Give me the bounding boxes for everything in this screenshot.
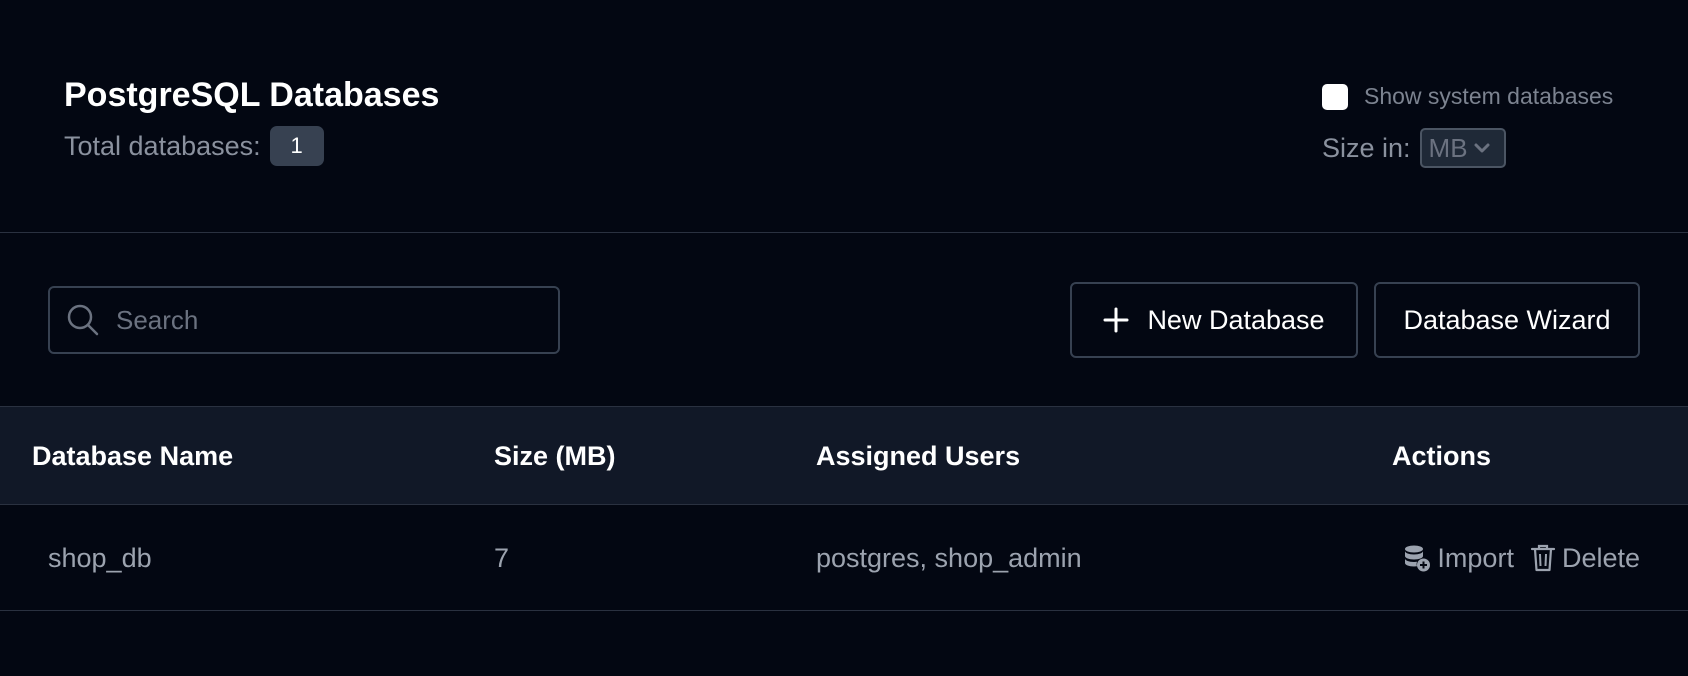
show-system-checkbox[interactable] (1322, 83, 1348, 110)
show-system-databases-toggle[interactable]: Show system databases (1322, 83, 1613, 110)
new-database-button[interactable]: New Database (1070, 282, 1358, 358)
import-button[interactable]: Import (1403, 543, 1514, 574)
row-actions: Import Delete (1403, 505, 1640, 611)
size-unit-value: MB (1428, 132, 1468, 163)
size-in-label: Size in: (1322, 132, 1411, 163)
new-database-label: New Database (1147, 304, 1325, 335)
size-unit-select[interactable]: MB (1419, 128, 1506, 168)
plus-icon (1103, 307, 1129, 333)
chevron-down-icon (1474, 143, 1490, 153)
size-unit-control: Size in: MB (1322, 128, 1506, 168)
total-databases: Total databases: 1 (64, 126, 324, 166)
database-wizard-button[interactable]: Database Wizard (1374, 282, 1640, 358)
show-system-label: Show system databases (1364, 83, 1614, 109)
toolbar: New Database Database Wizard (0, 233, 1688, 407)
column-header-users[interactable]: Assigned Users (816, 407, 1020, 505)
column-header-name[interactable]: Database Name (32, 407, 233, 505)
database-size-cell: 7 (494, 543, 510, 573)
page-header: PostgreSQL Databases Total databases: 1 … (0, 0, 1688, 233)
delete-label: Delete (1561, 542, 1640, 573)
page-title: PostgreSQL Databases (64, 76, 440, 114)
column-header-actions: Actions (1392, 441, 1492, 471)
table-header: Database Name Size (MB) Assigned Users A… (0, 407, 1688, 505)
total-databases-label: Total databases: (64, 130, 261, 161)
table-row: shop_db 7 postgres, shop_admin Import De… (0, 505, 1688, 611)
delete-button[interactable]: Delete (1530, 543, 1640, 574)
search-input[interactable] (114, 303, 514, 337)
count-badge: 1 (269, 126, 324, 166)
trash-icon (1530, 544, 1556, 572)
database-wizard-label: Database Wizard (1403, 304, 1611, 335)
database-import-icon (1405, 545, 1431, 572)
search-box[interactable] (48, 286, 560, 354)
search-icon (67, 304, 99, 336)
import-label: Import (1437, 542, 1514, 573)
column-header-size[interactable]: Size (MB) (494, 407, 616, 505)
assigned-users-cell: postgres, shop_admin (816, 543, 1082, 573)
database-name-cell: shop_db (48, 543, 152, 573)
